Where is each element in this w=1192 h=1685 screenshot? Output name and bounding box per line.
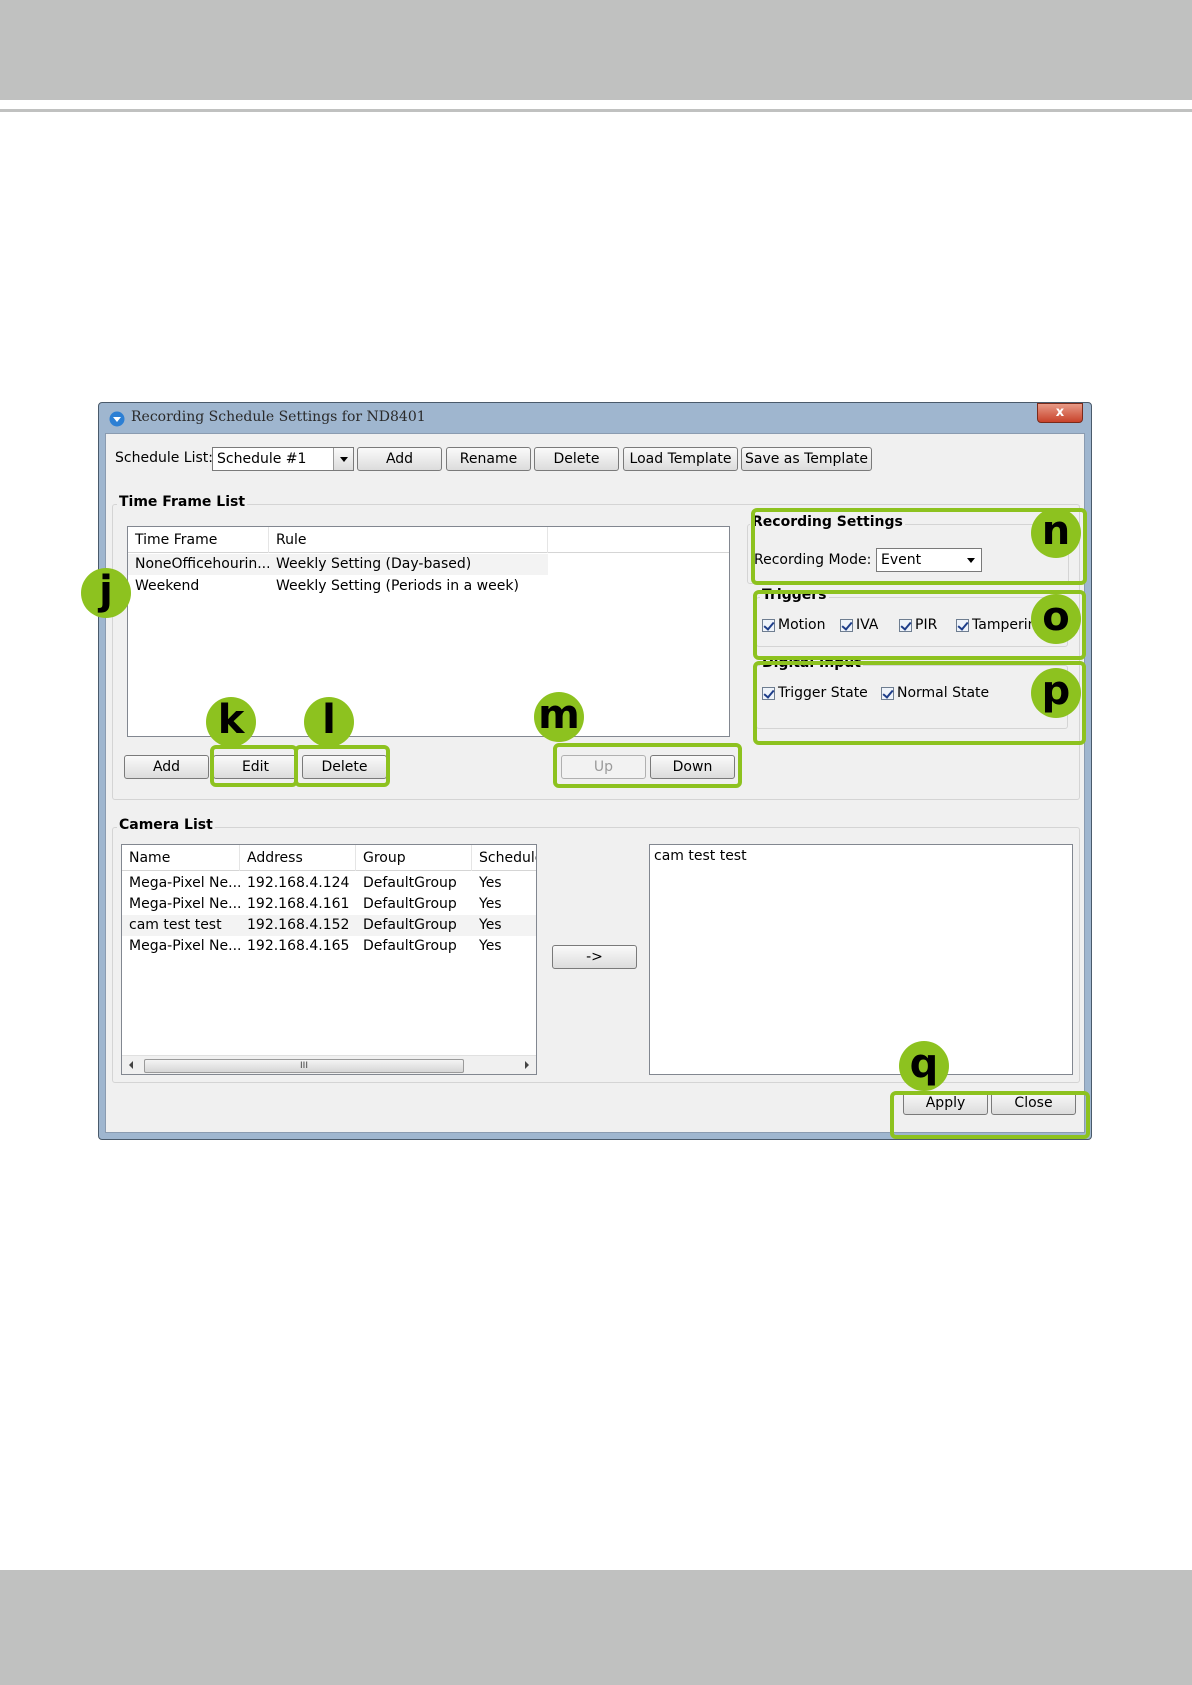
- time-frame-title: Time Frame List: [117, 494, 248, 510]
- camera-schedule-cell: Yes: [479, 896, 502, 912]
- camera-schedule-cell: Yes: [479, 938, 502, 954]
- callout-box-apply-close: [890, 1091, 1090, 1139]
- camera-name-cell: cam test test: [129, 917, 222, 933]
- table-row[interactable]: cam test test 192.168.4.152 DefaultGroup…: [122, 915, 536, 936]
- title-bar[interactable]: Recording Schedule Settings for ND8401 x: [99, 403, 1091, 433]
- table-row[interactable]: Weekend Weekly Setting (Periods in a wee…: [128, 576, 729, 597]
- camera-list-header: Name Address Group Schedule: [122, 845, 536, 871]
- table-row[interactable]: Mega-Pixel Ne... 192.168.4.161 DefaultGr…: [122, 894, 536, 915]
- time-frame-add-button[interactable]: Add: [124, 755, 209, 779]
- column-header-time-frame[interactable]: Time Frame: [128, 527, 269, 553]
- callout-badge-k: k: [206, 697, 256, 747]
- camera-name-cell: Mega-Pixel Ne...: [129, 875, 240, 891]
- rule-cell: Weekly Setting (Day-based): [276, 556, 472, 572]
- column-header-schedule[interactable]: Schedule: [472, 845, 536, 871]
- scroll-right-icon[interactable]: [525, 1061, 529, 1069]
- camera-schedule-cell: Yes: [479, 917, 502, 933]
- camera-group-cell: DefaultGroup: [363, 938, 457, 954]
- window-title: Recording Schedule Settings for ND8401: [131, 409, 426, 425]
- schedule-rename-button[interactable]: Rename: [446, 447, 531, 471]
- callout-badge-o: o: [1031, 594, 1081, 644]
- column-header-name[interactable]: Name: [122, 845, 240, 871]
- camera-address-cell: 192.168.4.124: [247, 875, 350, 891]
- table-row[interactable]: Mega-Pixel Ne... 192.168.4.165 DefaultGr…: [122, 936, 536, 957]
- table-row[interactable]: NoneOfficehourin... Weekly Setting (Day-…: [128, 554, 548, 575]
- camera-group-cell: DefaultGroup: [363, 896, 457, 912]
- callout-box-delete: [294, 745, 390, 787]
- schedule-list-label: Schedule List:: [115, 450, 213, 466]
- page-footer-band: [0, 1570, 1192, 1685]
- header-rule: [0, 109, 1192, 112]
- schedule-delete-button[interactable]: Delete: [534, 447, 619, 471]
- schedule-list-select[interactable]: Schedule #1: [212, 447, 354, 471]
- camera-group-cell: DefaultGroup: [363, 875, 457, 891]
- camera-list-title: Camera List: [117, 817, 215, 833]
- scroll-left-icon[interactable]: [129, 1061, 133, 1069]
- scrollbar-thumb[interactable]: III: [144, 1059, 464, 1073]
- schedule-list-value: Schedule #1: [217, 451, 307, 467]
- camera-address-cell: 192.168.4.165: [247, 938, 350, 954]
- horizontal-scrollbar[interactable]: III: [122, 1055, 536, 1074]
- callout-badge-q: q: [899, 1041, 949, 1091]
- rule-cell: Weekly Setting (Periods in a week): [276, 578, 519, 594]
- callout-badge-l: l: [304, 697, 354, 747]
- camera-name-cell: Mega-Pixel Ne...: [129, 938, 240, 954]
- column-header-group[interactable]: Group: [356, 845, 472, 871]
- window-close-icon[interactable]: x: [1037, 403, 1083, 423]
- camera-schedule-cell: Yes: [479, 875, 502, 891]
- load-template-button[interactable]: Load Template: [623, 447, 738, 471]
- camera-name-cell: Mega-Pixel Ne...: [129, 896, 240, 912]
- app-logo-icon: [109, 411, 125, 427]
- list-item[interactable]: cam test test: [654, 848, 1068, 864]
- column-header-rule[interactable]: Rule: [269, 527, 548, 553]
- time-frame-cell: NoneOfficehourin...: [135, 556, 269, 572]
- time-frame-header: Time Frame Rule: [128, 527, 729, 553]
- callout-box-up-down: [553, 743, 742, 788]
- callout-badge-p: p: [1031, 668, 1081, 718]
- table-row[interactable]: Mega-Pixel Ne... 192.168.4.124 DefaultGr…: [122, 873, 536, 894]
- camera-address-cell: 192.168.4.161: [247, 896, 350, 912]
- save-as-template-button[interactable]: Save as Template: [741, 447, 872, 471]
- camera-list-table[interactable]: Name Address Group Schedule Mega-Pixel N…: [121, 844, 537, 1075]
- camera-group-cell: DefaultGroup: [363, 917, 457, 933]
- move-to-selected-button[interactable]: ->: [552, 945, 637, 969]
- chevron-down-icon[interactable]: [333, 448, 353, 470]
- callout-box-edit: [210, 745, 298, 787]
- callout-badge-j: j: [81, 568, 131, 618]
- schedule-add-button[interactable]: Add: [357, 447, 442, 471]
- time-frame-cell: Weekend: [135, 578, 200, 594]
- column-header-address[interactable]: Address: [240, 845, 356, 871]
- page-header-band: [0, 0, 1192, 100]
- selected-cameras-list[interactable]: cam test test: [649, 844, 1073, 1075]
- callout-badge-m: m: [534, 692, 584, 742]
- callout-badge-n: n: [1031, 508, 1081, 558]
- camera-address-cell: 192.168.4.152: [247, 917, 350, 933]
